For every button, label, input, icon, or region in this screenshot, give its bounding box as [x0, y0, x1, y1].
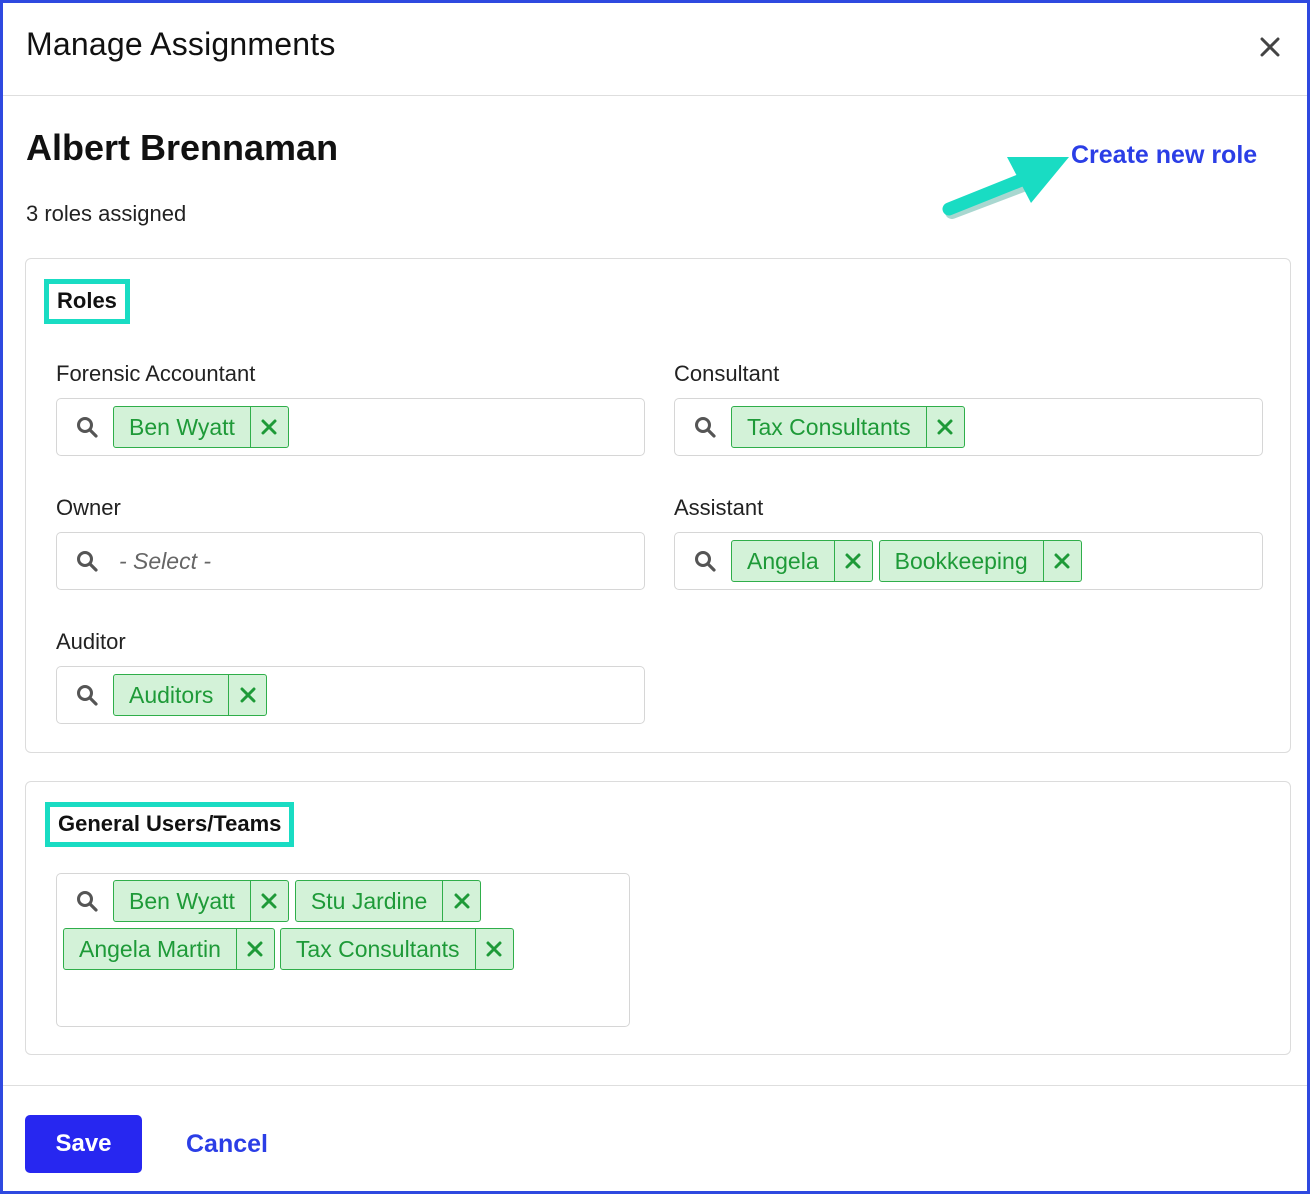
- chip-label: Tax Consultants: [747, 413, 911, 440]
- general-users-card: General Users/Teams Ben Wyatt Stu Jardin…: [25, 781, 1291, 1055]
- save-button[interactable]: Save: [25, 1115, 142, 1173]
- remove-x-icon: [261, 893, 277, 909]
- assistant-label: Assistant: [674, 495, 764, 520]
- chip-label: Bookkeeping: [894, 547, 1028, 574]
- user-chip: Tax Consultants: [279, 928, 514, 970]
- assignee-chip: Ben Wyatt: [113, 406, 289, 448]
- remove-chip-button[interactable]: [249, 881, 288, 921]
- chip-label: Ben Wyatt: [129, 413, 235, 440]
- chip-label: Stu Jardine: [310, 887, 428, 914]
- remove-x-icon: [486, 941, 502, 957]
- modal-footer: Save Cancel: [3, 1085, 1307, 1191]
- users-section-title: General Users/Teams: [45, 802, 295, 847]
- owner-select-placeholder: - Select -: [119, 547, 212, 574]
- forensic-accountant-label: Forensic Accountant: [56, 361, 256, 386]
- modal-title: Manage Assignments: [26, 26, 336, 62]
- user-chip: Angela Martin: [63, 928, 275, 970]
- roles-section-title: Roles: [44, 279, 130, 324]
- manage-assignments-modal: Manage Assignments Albert Brennaman 3 ro…: [0, 0, 1310, 1194]
- remove-chip-button[interactable]: [1042, 541, 1081, 581]
- remove-chip-button[interactable]: [228, 675, 266, 715]
- user-chip: Stu Jardine: [294, 880, 482, 922]
- search-icon: [77, 891, 98, 912]
- close-button[interactable]: [1254, 31, 1286, 63]
- remove-chip-button[interactable]: [474, 929, 513, 969]
- assignee-chip: Bookkeeping: [878, 540, 1082, 582]
- remove-x-icon: [1054, 553, 1070, 569]
- remove-x-icon: [937, 419, 953, 435]
- cancel-button[interactable]: Cancel: [186, 1130, 268, 1159]
- remove-x-icon: [454, 893, 470, 909]
- remove-chip-button[interactable]: [235, 929, 274, 969]
- remove-chip-button[interactable]: [442, 881, 480, 921]
- search-icon: [695, 551, 716, 572]
- consultant-field[interactable]: Tax Consultants: [674, 398, 1263, 456]
- user-chip: Ben Wyatt: [113, 880, 289, 922]
- search-icon: [77, 551, 98, 572]
- auditor-label: Auditor: [56, 629, 126, 654]
- chip-label: Tax Consultants: [295, 935, 460, 962]
- chip-label: Ben Wyatt: [129, 887, 235, 914]
- chip-label: Angela Martin: [79, 935, 221, 962]
- assignee-chip: Tax Consultants: [731, 406, 965, 448]
- close-icon: [1260, 37, 1280, 57]
- create-new-role-link[interactable]: Create new role: [1071, 141, 1257, 170]
- chip-label: Auditors: [129, 681, 214, 708]
- search-icon: [77, 417, 98, 438]
- auditor-field[interactable]: Auditors: [56, 666, 645, 724]
- search-icon: [77, 685, 98, 706]
- roles-card: Roles Forensic Accountant Ben Wyatt Cons…: [25, 258, 1291, 753]
- remove-x-icon: [247, 941, 263, 957]
- person-name: Albert Brennaman: [26, 127, 339, 168]
- chip-label: Angela: [747, 547, 819, 574]
- consultant-label: Consultant: [674, 361, 780, 386]
- owner-field[interactable]: - Select -: [56, 532, 645, 590]
- assignee-chip: Angela: [731, 540, 873, 582]
- remove-x-icon: [845, 553, 861, 569]
- remove-x-icon: [240, 687, 256, 703]
- remove-x-icon: [261, 419, 277, 435]
- owner-label: Owner: [56, 495, 121, 520]
- forensic-accountant-field[interactable]: Ben Wyatt: [56, 398, 645, 456]
- remove-chip-button[interactable]: [925, 407, 964, 447]
- modal-header: Manage Assignments: [3, 3, 1307, 96]
- search-icon: [695, 417, 716, 438]
- remove-chip-button[interactable]: [833, 541, 872, 581]
- assistant-field[interactable]: Angela Bookkeeping: [674, 532, 1263, 590]
- general-users-field[interactable]: Ben Wyatt Stu Jardine Angela Martin Tax …: [56, 873, 630, 1027]
- roles-assigned-count: 3 roles assigned: [26, 201, 187, 226]
- remove-chip-button[interactable]: [249, 407, 288, 447]
- annotation-arrow-icon: [942, 157, 1069, 219]
- assignee-chip: Auditors: [113, 674, 268, 716]
